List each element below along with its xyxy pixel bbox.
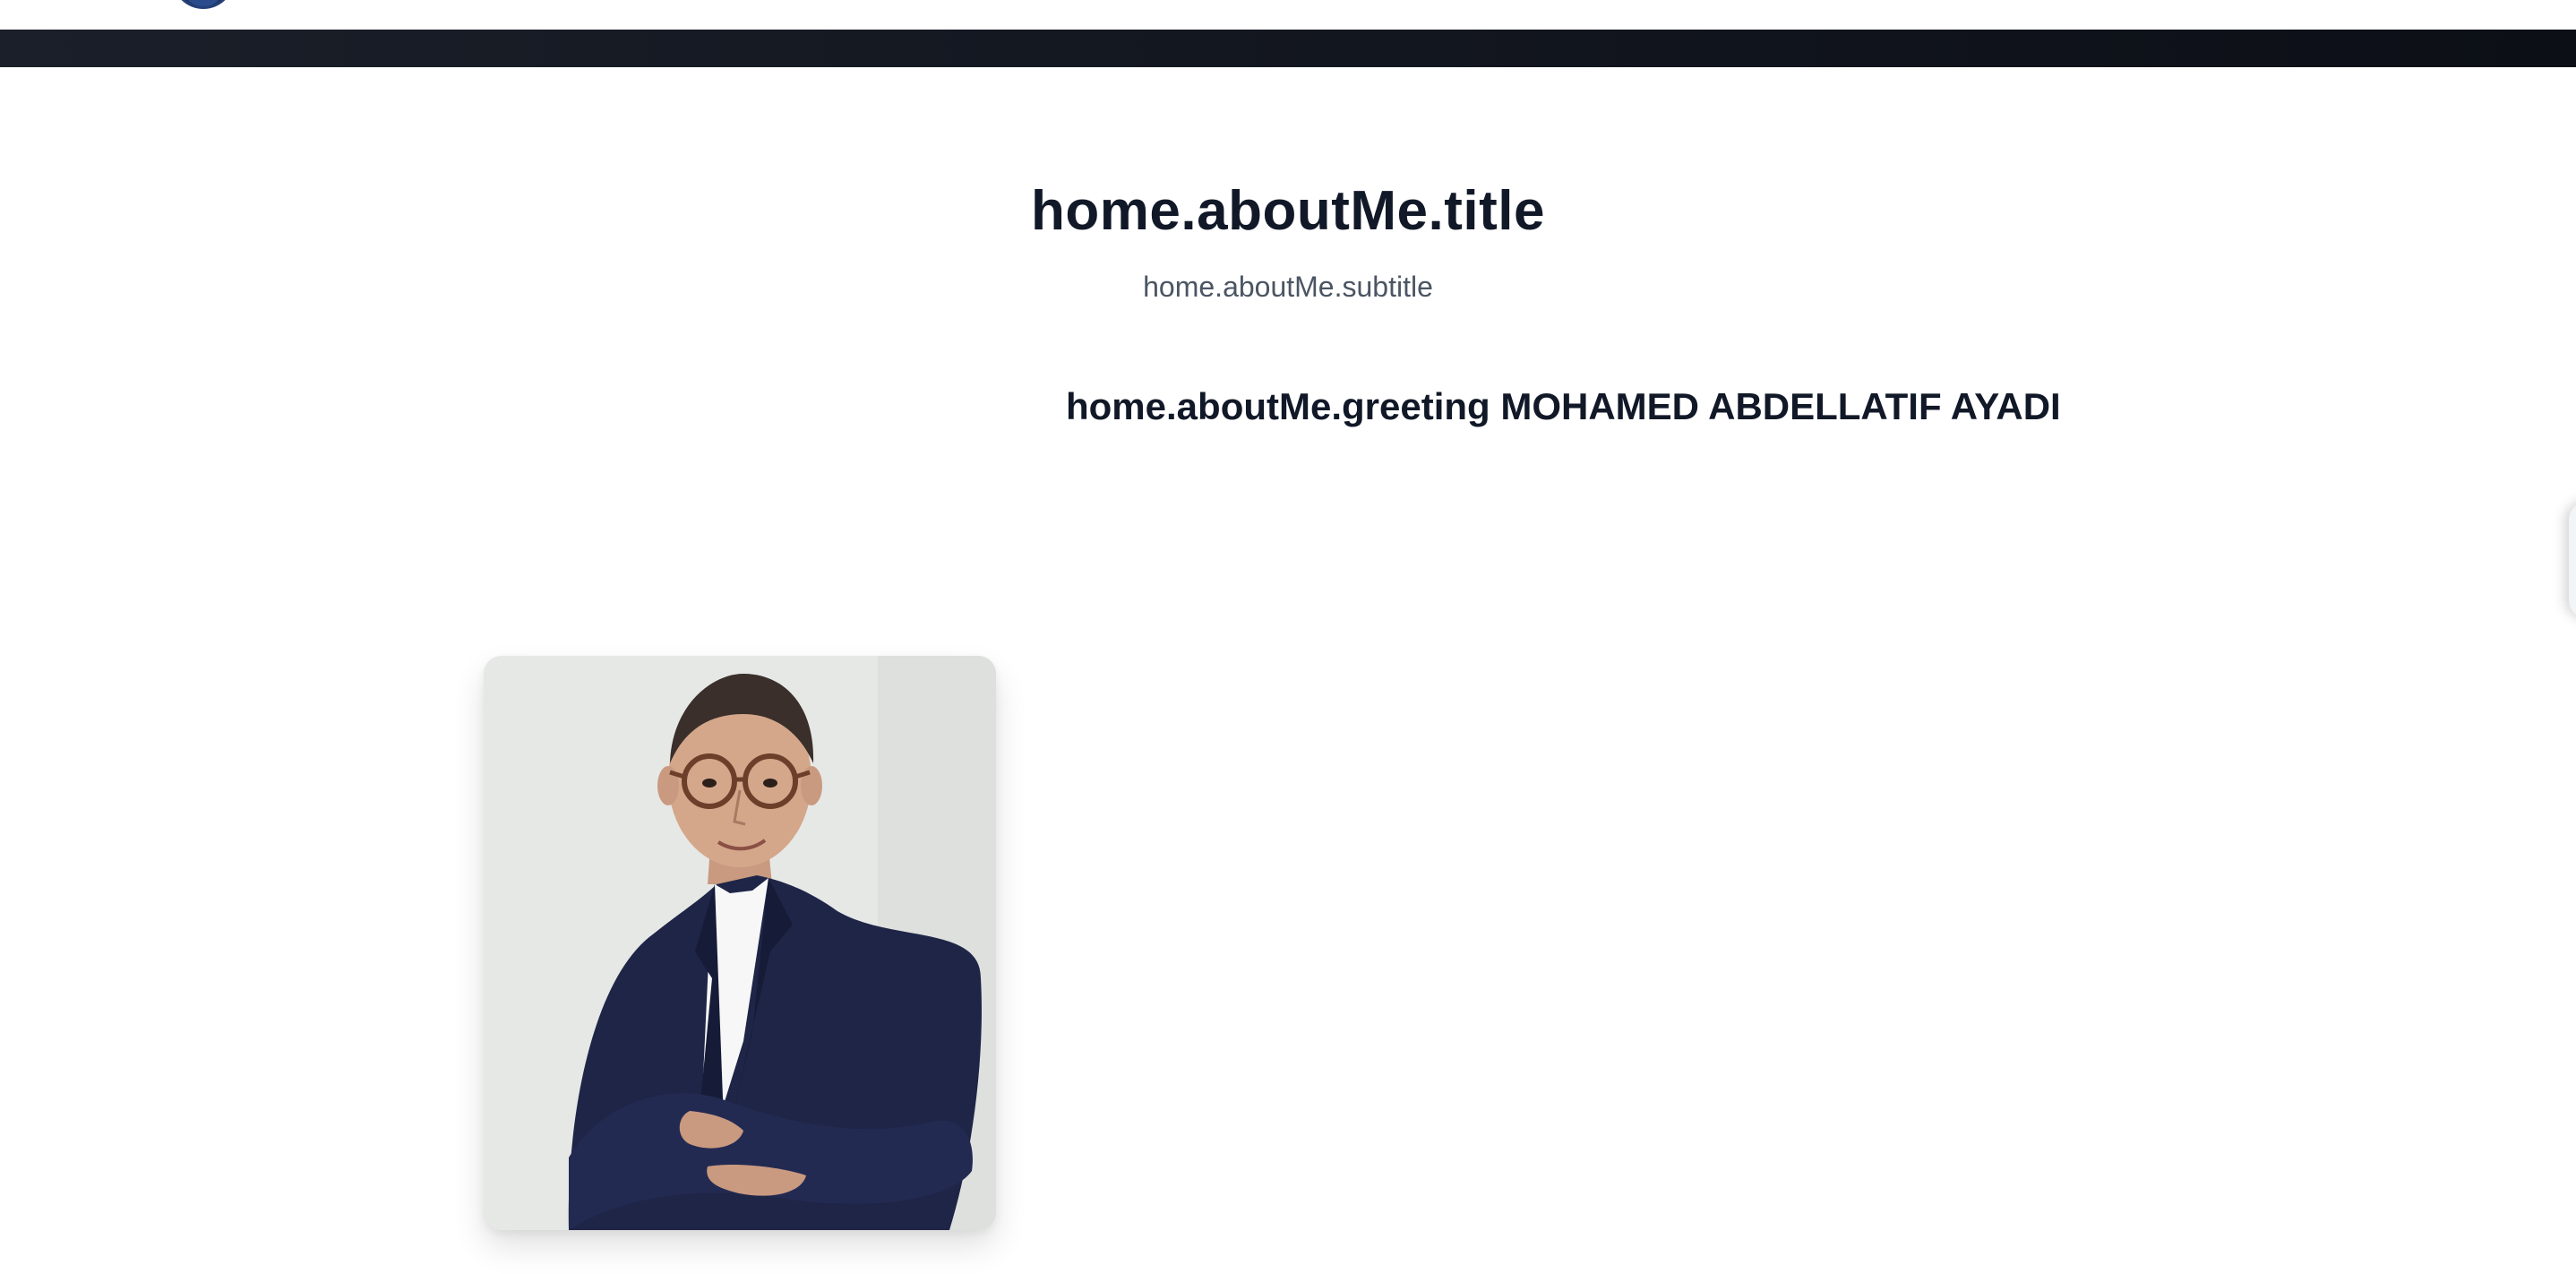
about-page: home.aboutMe.title home.aboutMe.subtitle… (0, 0, 2576, 1274)
about-subtitle: home.aboutMe.subtitle (1143, 271, 1433, 303)
navbar-band (0, 30, 2576, 67)
top-header (0, 0, 2576, 30)
profile-logo-icon[interactable] (172, 0, 235, 9)
portrait-illustration (484, 656, 996, 1230)
portrait-photo (484, 656, 996, 1230)
floating-side-tab[interactable] (2569, 502, 2576, 618)
about-title: home.aboutMe.title (1031, 180, 1545, 242)
about-greeting: home.aboutMe.greeting MOHAMED ABDELLATIF… (1066, 385, 2061, 427)
